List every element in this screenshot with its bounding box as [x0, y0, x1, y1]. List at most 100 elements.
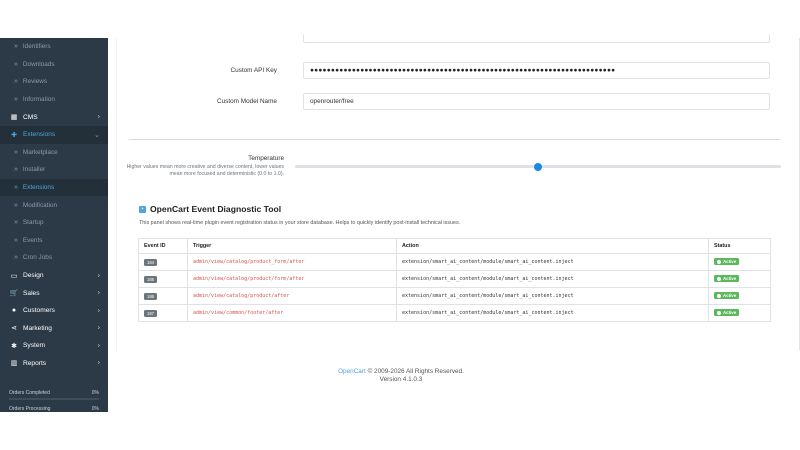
check-circle-icon [717, 259, 721, 264]
cart-icon: 🛒 [9, 290, 19, 298]
sidebar-item-label: Information [22, 96, 55, 104]
sidebar-item-information[interactable]: » Information [0, 91, 108, 109]
event-id-badge: 187 [144, 309, 157, 317]
sidebar-item-label: Extensions [22, 184, 55, 192]
stat-value: 0% [91, 406, 99, 412]
trigger-text: admin/view/catalog/product/after [193, 293, 290, 299]
status-badge: Active [714, 292, 740, 300]
cms-icon: ▦ [10, 114, 18, 122]
status-badge: Active [714, 309, 740, 317]
order-stats: Orders Completed 0% Orders Processing 0% [0, 384, 108, 412]
sidebar-item-identifiers[interactable]: » Identifiers [0, 38, 108, 56]
events-table: Event ID Trigger Action Status 184 admin/… [138, 238, 771, 322]
sidebar-item-label: Installer [22, 166, 46, 174]
status-text: Active [723, 293, 737, 299]
sidebar-item-cron-jobs[interactable]: » Cron Jobs [0, 249, 108, 267]
sidebar-item-marketplace[interactable]: » Marketplace [0, 144, 108, 162]
page: » Identifiers » Downloads » Reviews » Informati… [0, 0, 800, 450]
status-cell: Active [708, 270, 771, 288]
double-chevron-icon: » [14, 43, 18, 51]
sidebar-item-installer[interactable]: » Installer [0, 161, 108, 179]
chevron-right-icon: › [97, 359, 100, 367]
double-chevron-icon: » [14, 254, 18, 262]
sidebar-item-system[interactable]: ✱ System › [0, 337, 108, 355]
sidebar-item-label: Extensions [23, 131, 56, 139]
trigger-text: admin/view/common/footer/after [193, 310, 284, 316]
double-chevron-icon: » [14, 201, 18, 209]
action-cell: extension/smart_ai_content/module/smart_… [396, 253, 709, 271]
double-chevron-icon: » [14, 184, 18, 192]
column-header: Status [708, 238, 771, 254]
sidebar-item-label: System [23, 342, 45, 350]
trigger-cell: admin/view/catalog/product_form/after [187, 253, 397, 271]
action-text: extension/smart_ai_content/module/smart_… [402, 310, 574, 316]
sidebar-item-events[interactable]: » Events [0, 232, 108, 250]
sidebar-item-label: Downloads [22, 60, 55, 68]
double-chevron-icon: » [14, 78, 18, 86]
model-name-input[interactable]: openrouter/free [303, 93, 770, 110]
temperature-label: Temperature [248, 155, 284, 162]
top-margin [0, 0, 800, 38]
column-header: Event ID [138, 238, 188, 254]
event-id-badge: 186 [144, 292, 157, 300]
sidebar-item-sales[interactable]: 🛒 Sales › [0, 284, 108, 302]
status-text: Active [723, 310, 737, 316]
status-cell: Active [708, 253, 771, 271]
event-id-cell: 185 [138, 270, 188, 288]
double-chevron-icon: » [14, 148, 18, 156]
stat-value: 0% [91, 390, 99, 396]
sidebar-item-extensions[interactable]: » Extensions [0, 178, 108, 197]
trigger-cell: admin/view/catalog/product/form/after [187, 270, 397, 288]
stat-row: Orders Processing 0% [9, 406, 99, 412]
footer: OpenCart © 2009-2026 All Rights Reserved… [116, 368, 686, 385]
check-circle-icon [717, 293, 721, 298]
trigger-text: admin/view/catalog/product/form/after [193, 276, 305, 282]
sidebar-item-design[interactable]: ▭ Design › [0, 267, 108, 285]
main-panel: Custom API Key ●●●●●●●●●●●●●●●●●●●●●●●●●… [116, 34, 800, 350]
opencart-link[interactable]: OpenCart [338, 368, 366, 375]
sidebar-item-reports[interactable]: ▥ Reports › [0, 355, 108, 373]
table-row: 186 admin/view/catalog/product/after exten… [138, 287, 771, 305]
table-header-row: Event ID Trigger Action Status [138, 238, 771, 254]
status-text: Active [723, 276, 737, 282]
sidebar: » Identifiers » Downloads » Reviews » Informati… [0, 38, 108, 412]
temperature-help: Higher values mean more creative and div… [126, 164, 284, 178]
api-key-row: Custom API Key ●●●●●●●●●●●●●●●●●●●●●●●●●… [117, 62, 787, 79]
stat-head: Orders Processing 0% [9, 406, 99, 412]
temperature-slider-thumb[interactable] [534, 162, 542, 171]
sidebar-item-customers[interactable]: ● Customers › [0, 302, 108, 320]
status-badge: Active [714, 275, 740, 283]
chevron-right-icon: › [97, 324, 100, 332]
chevron-right-icon: › [97, 113, 100, 121]
stat-row: Orders Completed 0% [9, 390, 99, 400]
temperature-slider[interactable] [295, 162, 781, 171]
section-divider [129, 139, 781, 140]
api-key-input[interactable]: ●●●●●●●●●●●●●●●●●●●●●●●●●●●●●●●●●●●●●●●●… [303, 62, 770, 79]
sidebar-item-label: Customers [23, 307, 55, 315]
sidebar-item-startup[interactable]: » Startup [0, 214, 108, 232]
copyright-text: © 2009-2026 All Rights Reserved. [367, 368, 464, 375]
stat-label: Orders Processing [9, 406, 51, 412]
sidebar-item-modification[interactable]: » Modification [0, 196, 108, 214]
chevron-right-icon: › [97, 307, 100, 315]
endpoint-url-input[interactable] [303, 34, 770, 43]
diagnostic-title: ▪ OpenCart Event Diagnostic Tool [139, 204, 281, 214]
chevron-down-icon: ⌄ [94, 131, 100, 139]
status-badge: Active [714, 258, 740, 266]
sidebar-item-cms[interactable]: ▦ CMS › [0, 108, 108, 126]
chevron-right-icon: › [97, 289, 100, 297]
sidebar-item-extensions[interactable]: ✚ Extensions ⌄ [0, 125, 108, 144]
sidebar-item-marketing[interactable]: ⋖ Marketing › [0, 320, 108, 338]
sidebar-item-reviews[interactable]: » Reviews [0, 73, 108, 91]
column-header: Trigger [187, 238, 397, 254]
model-name-row: Custom Model Name openrouter/free [117, 93, 787, 110]
sidebar-item-label: Identifiers [22, 43, 51, 51]
event-id-cell: 186 [138, 287, 188, 305]
event-id-badge: 184 [144, 258, 157, 266]
sidebar-item-label: Cron Jobs [22, 254, 53, 262]
sidebar-item-label: Reviews [22, 78, 48, 86]
action-cell: extension/smart_ai_content/module/smart_… [396, 287, 709, 305]
sidebar-item-downloads[interactable]: » Downloads [0, 56, 108, 74]
action-text: extension/smart_ai_content/module/smart_… [402, 259, 574, 265]
sidebar-item-label: Marketplace [22, 148, 58, 156]
